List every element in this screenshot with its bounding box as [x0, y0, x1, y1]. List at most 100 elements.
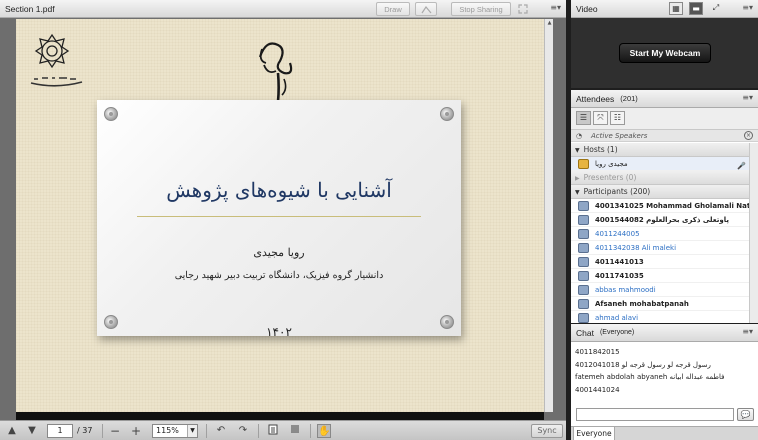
pin-icon: [104, 107, 118, 121]
attendees-count: (201): [620, 94, 638, 103]
list-item-participant[interactable]: 4001544082 پاوتعلی ذکری بحرالعلوم: [571, 213, 749, 227]
chat-pod-menu-icon[interactable]: ≡▾: [742, 327, 753, 336]
chat-message: fatemeh abdolah abyaneh فاطمه عبداله ابی…: [575, 373, 725, 381]
zoom-in-icon[interactable]: +: [129, 424, 143, 438]
toolbar-divider: [310, 424, 311, 438]
share-pod: Section 1.pdf Draw Stop Sharing ≡▾ آشنای…: [0, 0, 566, 440]
slide-bottom-strip: [16, 412, 544, 420]
stop-sharing-button[interactable]: Stop Sharing: [451, 2, 511, 16]
page-number-input[interactable]: 1: [47, 424, 73, 438]
group-presenters[interactable]: ▶ Presenters (0): [571, 171, 749, 185]
group-hosts[interactable]: ▼ Hosts (1): [571, 143, 749, 157]
chat-message: 4001441024: [575, 385, 620, 394]
pointer-icon: [421, 5, 431, 13]
video-title: Video: [576, 3, 598, 14]
zoom-out-icon[interactable]: −: [108, 424, 122, 438]
list-item-participant[interactable]: 4011244005: [571, 227, 749, 241]
page-view-icon[interactable]: [266, 424, 280, 438]
list-item-participant[interactable]: Afsaneh mohabatpanah: [571, 297, 749, 311]
chat-message-list: 4011842015 4012041018 رسول قرجه لو رسول …: [575, 346, 753, 396]
participant-name: abbas mahmoodi: [595, 286, 656, 294]
chat-pod-header: Chat (Everyone) ≡▾: [571, 324, 758, 342]
slide-canvas: آشنایی با شیوه‌های پژوهش رویا مجیدی دانش…: [16, 19, 544, 412]
grid-view-icon[interactable]: ▦: [669, 2, 683, 15]
document-title: Section 1.pdf: [5, 3, 55, 14]
user-icon: [578, 215, 589, 225]
rotate-right-icon[interactable]: ↷: [236, 424, 250, 438]
tab-everyone[interactable]: Everyone: [573, 426, 615, 440]
video-pod-header: Video ▦ ▬ ⤢ ≡▾: [571, 0, 758, 18]
toolbar-divider: [102, 424, 103, 438]
slide-card: آشنایی با شیوه‌های پژوهش رویا مجیدی دانش…: [97, 100, 461, 339]
attendees-pod: Attendees (201) ≡▾ ☰ ⤧ ☷ ◔ Active Speake…: [571, 90, 758, 323]
user-icon: [578, 243, 589, 253]
user-icon: [578, 313, 589, 323]
close-icon[interactable]: ×: [744, 131, 753, 140]
list-item-participant[interactable]: abbas mahmoodi: [571, 283, 749, 297]
attendees-view-toolbar: ☰ ⤧ ☷: [571, 108, 758, 130]
document-view-icon[interactable]: [288, 424, 302, 438]
hand-tool-icon[interactable]: ✋: [317, 424, 331, 438]
list-item-participant[interactable]: ahmad alavi: [571, 311, 749, 323]
participant-name: 4001341025 Mohammad Gholamali Nataj: [595, 202, 749, 210]
participant-name: 4011342038 Ali maleki: [595, 244, 677, 252]
pointer-tool-button[interactable]: [415, 2, 437, 16]
toolbar-divider: [258, 424, 259, 438]
attendees-title: Attendees: [576, 93, 615, 104]
pin-icon: [440, 107, 454, 121]
sync-button[interactable]: Sync: [531, 424, 563, 438]
slide-vertical-scrollbar[interactable]: ▲: [544, 19, 553, 412]
chevron-right-icon: ▶: [575, 175, 580, 182]
list-item-participant[interactable]: 4011342038 Ali maleki: [571, 241, 749, 255]
slide-title: آشنایی با شیوه‌های پژوهش: [166, 178, 392, 202]
start-webcam-button[interactable]: Start My Webcam: [619, 43, 711, 63]
chat-message: 4011842015: [575, 348, 620, 356]
speech-bubble-icon: 💬: [740, 410, 751, 419]
next-page-icon[interactable]: ▼: [25, 424, 39, 438]
user-icon: [578, 285, 589, 295]
chevron-down-icon: ▼: [575, 189, 580, 196]
scroll-up-icon[interactable]: ▲: [546, 20, 553, 28]
list-item-participant[interactable]: 4011441013: [571, 255, 749, 269]
slide-year: ۱۴۰۲: [266, 325, 292, 339]
previous-page-icon[interactable]: ▲: [5, 424, 19, 438]
slide-author: رویا مجیدی: [253, 246, 305, 259]
zoom-value: 115%: [156, 426, 179, 435]
microphone-icon: 🎤: [737, 162, 746, 170]
chevron-down-icon: ▼: [187, 425, 197, 437]
participant-name: 4001544082 پاوتعلی ذکری بحرالعلوم: [595, 216, 729, 224]
active-speakers-label: Active Speakers: [591, 132, 648, 140]
draw-button[interactable]: Draw: [376, 2, 410, 16]
send-message-button[interactable]: 💬: [737, 408, 754, 421]
share-pod-menu-icon[interactable]: ≡▾: [550, 3, 561, 12]
zoom-select[interactable]: 115% ▼: [152, 424, 198, 438]
rotate-left-icon[interactable]: ↶: [214, 424, 228, 438]
chat-input[interactable]: [576, 408, 734, 421]
active-speakers-bar: ◔ Active Speakers ×: [571, 130, 758, 142]
fullscreen-icon[interactable]: ⤢: [709, 2, 723, 15]
chat-message: 4012041018 رسول قرجه لو رسول قرجه لو: [575, 360, 711, 369]
group-participants[interactable]: ▼ Participants (200): [571, 185, 749, 199]
status-view-icon[interactable]: ⤧: [593, 111, 608, 125]
participant-name: 4011441013: [595, 258, 644, 266]
host-user-icon: [578, 159, 589, 169]
list-view-icon[interactable]: ☰: [576, 111, 591, 125]
filmstrip-view-icon[interactable]: ▬: [689, 2, 703, 15]
attendees-pod-header: Attendees (201) ≡▾: [571, 90, 758, 108]
attendee-list-scrollbar[interactable]: [749, 143, 758, 323]
host-name: مجیدی رویا: [595, 160, 628, 168]
participant-name: 4011244005: [595, 230, 640, 238]
user-icon: [578, 257, 589, 267]
group-label: Participants (200): [583, 187, 651, 196]
breakout-view-icon[interactable]: ☷: [610, 111, 625, 125]
list-item-participant[interactable]: 4011741035: [571, 269, 749, 283]
attendees-pod-menu-icon[interactable]: ≡▾: [742, 93, 753, 102]
video-pod-menu-icon[interactable]: ≡▾: [742, 3, 753, 12]
participant-name: ahmad alavi: [595, 314, 639, 322]
speaker-icon: ◔: [576, 132, 583, 140]
attendee-list: ▼ Hosts (1) مجیدی رویا 🎤 ▶ Presenters (0) …: [571, 143, 749, 323]
fullscreen-icon[interactable]: [516, 2, 530, 16]
list-item-host[interactable]: مجیدی رویا 🎤: [571, 157, 749, 171]
list-item-participant[interactable]: 4001341025 Mohammad Gholamali Nataj: [571, 199, 749, 213]
chat-scope: (Everyone): [599, 329, 635, 336]
